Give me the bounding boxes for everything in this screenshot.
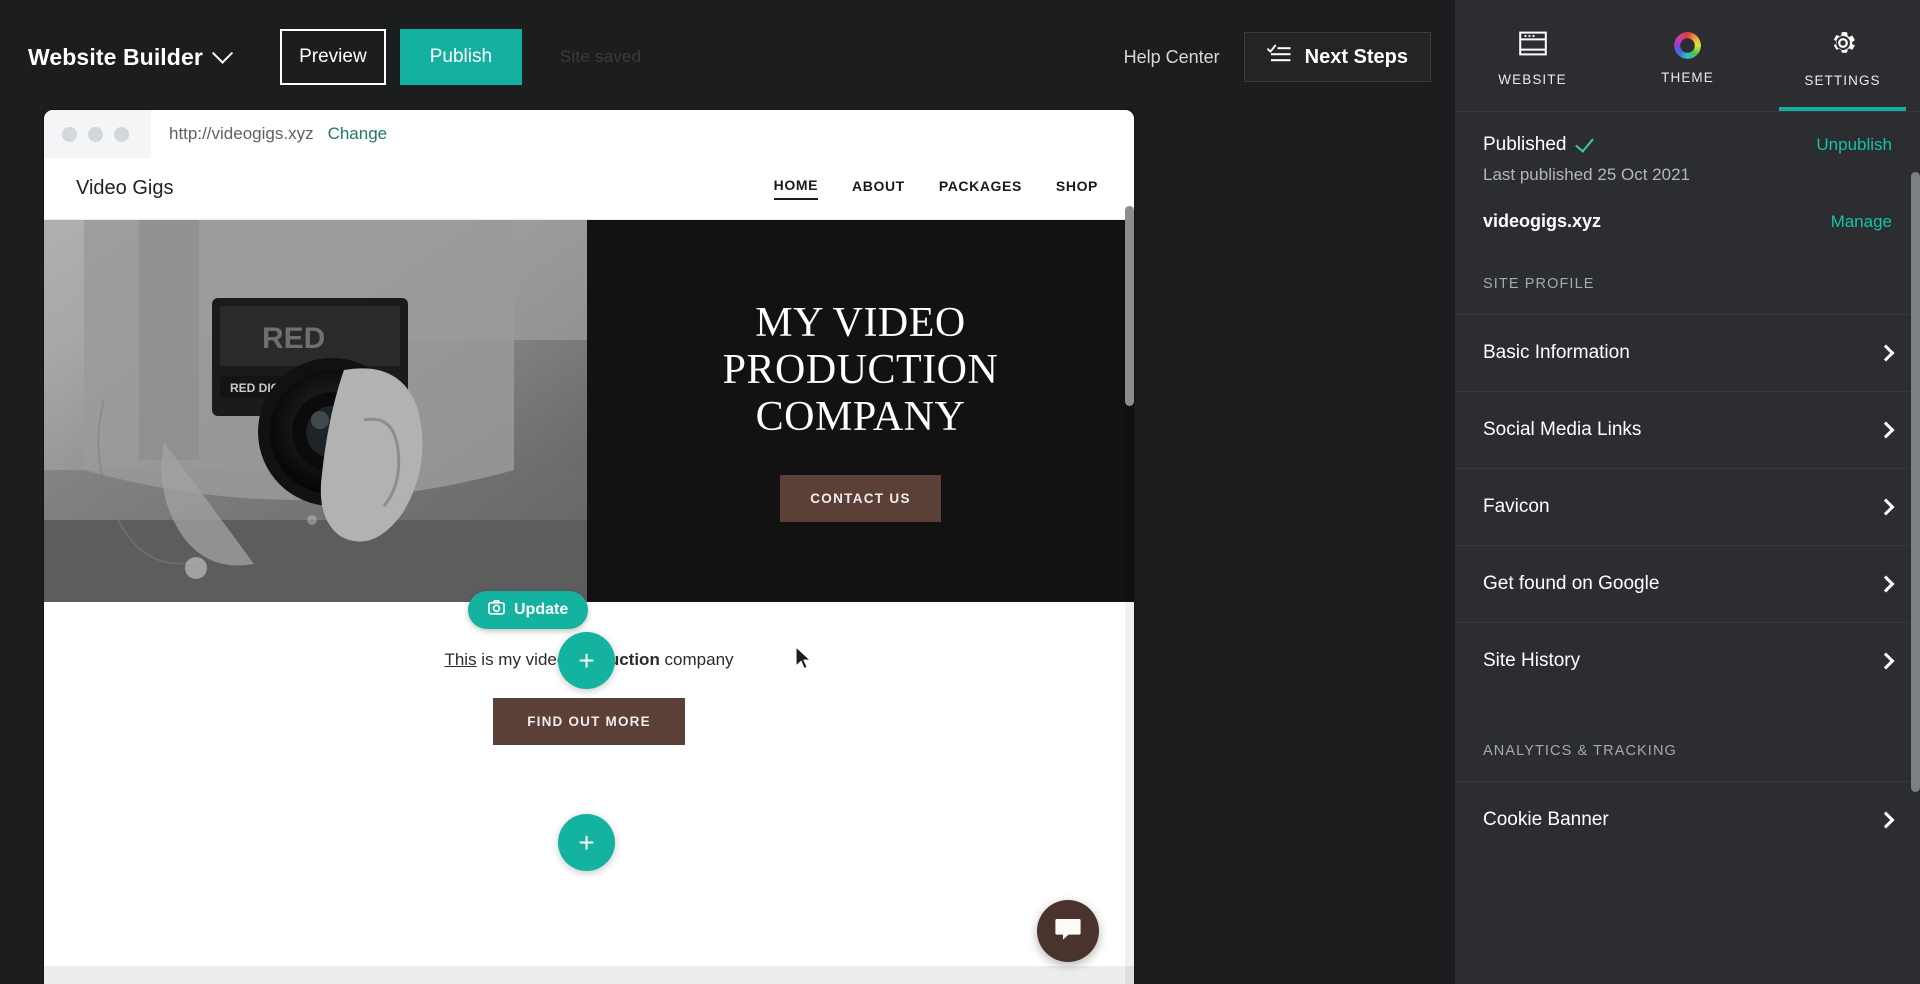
hero-heading-line-1: MY VIDEO: [755, 299, 966, 346]
next-steps-label: Next Steps: [1304, 45, 1408, 68]
publish-status-row: Published Unpublish: [1483, 133, 1892, 156]
publish-button[interactable]: Publish: [399, 29, 522, 85]
check-icon: [1575, 133, 1595, 153]
preview-scrollbar-thumb[interactable]: [1125, 206, 1134, 406]
add-section-button-2[interactable]: +: [558, 814, 615, 871]
browser-window-icon: [1518, 31, 1547, 61]
tab-settings-label: SETTINGS: [1804, 73, 1881, 88]
top-toolbar-right: Help Center Next Steps: [1124, 32, 1431, 82]
tab-settings[interactable]: SETTINGS: [1765, 0, 1920, 111]
next-section-strip: [44, 966, 1134, 984]
intro-text-part-2: is my video: [476, 650, 572, 669]
settings-sidebar: WEBSITE THEME SETTINGS Published Unpubli…: [1455, 0, 1920, 984]
update-label: Update: [514, 601, 569, 618]
builder-pane: Website Builder Preview Publish Site sav…: [0, 0, 1455, 984]
top-toolbar: Website Builder Preview Publish Site sav…: [0, 0, 1455, 114]
mouse-cursor: [794, 645, 812, 675]
site-nav-item-about[interactable]: ABOUT: [852, 178, 905, 199]
add-section-button-1[interactable]: +: [558, 632, 615, 689]
sidebar-item-basic-information[interactable]: Basic Information: [1455, 314, 1920, 391]
chevron-right-icon: [1877, 575, 1895, 593]
hero-heading-line-2: PRODUCTION: [722, 346, 999, 393]
site-preview-window: http://videogigs.xyz Change Video Gigs H…: [44, 110, 1134, 984]
section-heading-analytics-tracking: ANALYTICS & TRACKING: [1483, 743, 1677, 759]
site-canvas: Video Gigs HOME ABOUT PACKAGES SHOP RED …: [44, 158, 1134, 984]
chat-bubble-icon: [1054, 917, 1082, 945]
svg-text:RED: RED: [262, 322, 325, 355]
update-image-button[interactable]: Update: [468, 591, 589, 629]
window-dots: [62, 126, 129, 142]
sidebar-item-cookie-banner[interactable]: Cookie Banner: [1455, 781, 1920, 858]
address-bar[interactable]: http://videogigs.xyz Change: [151, 110, 1134, 158]
sidebar-scrollbar[interactable]: [1911, 112, 1920, 984]
chevron-right-icon: [1877, 498, 1895, 516]
sidebar-item-label: Cookie Banner: [1483, 809, 1609, 830]
website-builder-label: Website Builder: [28, 43, 203, 70]
camera-icon: [488, 600, 505, 620]
sidebar-item-get-found-on-google[interactable]: Get found on Google: [1455, 545, 1920, 622]
unpublish-link[interactable]: Unpublish: [1816, 135, 1892, 155]
preview-scrollbar[interactable]: [1125, 206, 1134, 984]
sidebar-item-site-history[interactable]: Site History: [1455, 622, 1920, 699]
window-dot-minimize-icon: [88, 126, 103, 142]
contact-us-button[interactable]: CONTACT US: [780, 475, 941, 523]
sidebar-item-label: Site History: [1483, 650, 1581, 671]
hero-heading: MY VIDEO PRODUCTION COMPANY: [723, 300, 999, 441]
sidebar-item-favicon[interactable]: Favicon: [1455, 468, 1920, 545]
sidebar-tabbar: WEBSITE THEME SETTINGS: [1455, 0, 1920, 112]
preview-chrome-bar: http://videogigs.xyz Change: [44, 110, 1134, 158]
domain-row: videogigs.xyz Manage: [1483, 211, 1892, 232]
chevron-right-icon: [1877, 344, 1895, 362]
sidebar-item-label: Favicon: [1483, 496, 1550, 517]
chevron-right-icon: [1877, 811, 1895, 829]
site-nav-menu: HOME ABOUT PACKAGES SHOP: [773, 177, 1098, 200]
site-navbar: Video Gigs HOME ABOUT PACKAGES SHOP: [44, 158, 1134, 220]
window-dot-close-icon: [62, 126, 77, 142]
domain-name: videogigs.xyz: [1483, 211, 1602, 231]
hero-heading-line-3: COMPANY: [755, 394, 966, 441]
last-published-text: Last published 25 Oct 2021: [1483, 165, 1690, 184]
chevron-right-icon: [1877, 652, 1895, 670]
tab-website-label: WEBSITE: [1498, 71, 1567, 87]
site-nav-item-shop[interactable]: SHOP: [1056, 178, 1098, 199]
intro-text-link[interactable]: This: [444, 650, 476, 669]
chat-widget-button[interactable]: [1037, 900, 1099, 962]
manage-domain-link[interactable]: Manage: [1831, 212, 1892, 232]
publish-status-block: Published Unpublish Last published 25 Oc…: [1455, 112, 1920, 232]
tab-website[interactable]: WEBSITE: [1455, 0, 1610, 111]
sidebar-scrollbar-thumb[interactable]: [1911, 172, 1920, 792]
chevron-down-icon: [211, 42, 233, 64]
change-url-link[interactable]: Change: [328, 124, 388, 144]
published-label: Published: [1483, 134, 1567, 155]
help-center-link[interactable]: Help Center: [1124, 47, 1220, 68]
site-logo[interactable]: Video Gigs: [76, 177, 173, 200]
preview-button[interactable]: Preview: [279, 29, 386, 85]
next-steps-button[interactable]: Next Steps: [1243, 32, 1431, 82]
site-nav-item-packages[interactable]: PACKAGES: [939, 178, 1022, 199]
window-dot-maximize-icon: [114, 126, 129, 142]
site-url-text: http://videogigs.xyz: [169, 124, 314, 143]
intro-text-part-4: company: [659, 650, 734, 669]
tab-theme[interactable]: THEME: [1610, 0, 1765, 111]
chevron-right-icon: [1877, 421, 1895, 439]
color-wheel-icon: [1674, 32, 1701, 59]
hero-section: RED RED DIG MY VIDEO PRODUCTION COMPANY …: [44, 220, 1134, 602]
checklist-icon: [1266, 44, 1291, 70]
hero-image[interactable]: RED RED DIG: [44, 220, 587, 602]
hero-text-block[interactable]: MY VIDEO PRODUCTION COMPANY CONTACT US: [587, 220, 1134, 602]
sidebar-item-label: Basic Information: [1483, 342, 1630, 363]
site-nav-item-home[interactable]: HOME: [773, 177, 819, 200]
gear-icon: [1829, 29, 1857, 62]
find-out-more-button[interactable]: FIND OUT MORE: [493, 698, 685, 745]
section-heading-site-profile: SITE PROFILE: [1483, 276, 1595, 292]
sidebar-item-label: Social Media Links: [1483, 419, 1642, 440]
website-builder-menu[interactable]: Website Builder: [28, 42, 233, 71]
sidebar-item-social-media-links[interactable]: Social Media Links: [1455, 391, 1920, 468]
tab-theme-label: THEME: [1661, 70, 1714, 85]
app-root: Website Builder Preview Publish Site sav…: [0, 0, 1920, 984]
sidebar-item-label: Get found on Google: [1483, 573, 1660, 594]
save-status-text: Site saved: [559, 47, 642, 66]
